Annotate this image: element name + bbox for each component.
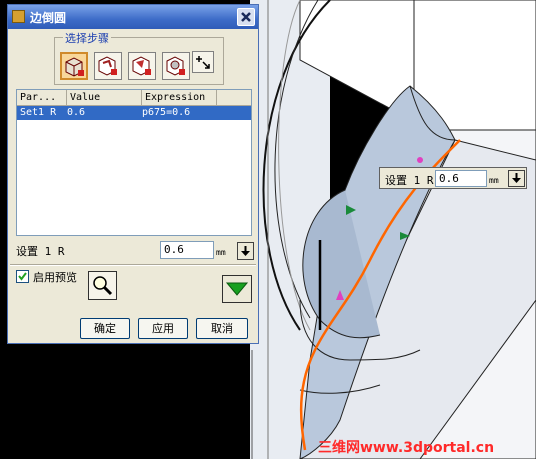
- stop-short-step-icon: [166, 56, 185, 76]
- expand-options-button[interactable]: [222, 275, 252, 303]
- arrow-down-icon: [241, 246, 250, 256]
- cancel-button[interactable]: 取消: [196, 318, 248, 339]
- radius-label: 设置 1 R: [16, 245, 65, 258]
- arrow-down-icon: [512, 173, 521, 183]
- edge-blend-dialog: 边倒圆 选择步骤 Par... Value Expression Set1 R …: [7, 4, 259, 344]
- watermark: 三维网www.3dportal.cn: [318, 440, 495, 456]
- column-header-param[interactable]: Par...: [17, 90, 67, 105]
- setback-step-icon: [132, 56, 151, 76]
- app-icon: [12, 10, 25, 23]
- step-stop-short-button[interactable]: [162, 52, 190, 80]
- magnifier-icon: [93, 276, 113, 296]
- close-button[interactable]: [237, 8, 255, 26]
- tip-radius-options-button[interactable]: [508, 170, 525, 187]
- edge-step-icon: [65, 57, 84, 77]
- selection-steps-label: 选择步骤: [63, 30, 111, 46]
- add-set-button[interactable]: [192, 51, 214, 73]
- close-icon: [241, 12, 251, 22]
- cell-value: 0.6: [67, 107, 86, 118]
- dialog-title: 边倒圆: [30, 11, 67, 25]
- column-header-value[interactable]: Value: [67, 90, 142, 105]
- cell-expression: p675=0.6: [142, 107, 191, 118]
- tip-radius-label: 设置 1 R: [385, 174, 434, 187]
- parameter-list[interactable]: Par... Value Expression Set1 R 0.6 p675=…: [16, 89, 252, 236]
- column-header-expression[interactable]: Expression: [142, 90, 217, 105]
- radius-options-button[interactable]: [237, 242, 254, 260]
- preview-checkbox[interactable]: [16, 270, 29, 283]
- triangle-down-icon: [225, 282, 249, 296]
- divider: [10, 264, 256, 266]
- radius-dynamic-input: 设置 1 R 0.6 mm: [379, 167, 527, 189]
- dialog-titlebar[interactable]: 边倒圆: [8, 5, 258, 29]
- list-header: Par... Value Expression: [17, 90, 251, 106]
- apply-button[interactable]: 应用: [138, 318, 188, 339]
- radius-unit: mm: [216, 248, 226, 257]
- corner-step-icon: [98, 56, 117, 76]
- table-row[interactable]: Set1 R 0.6 p675=0.6: [17, 106, 251, 120]
- step-setback-button[interactable]: [128, 52, 156, 80]
- ok-button[interactable]: 确定: [80, 318, 130, 339]
- step-corner-button[interactable]: [94, 52, 122, 80]
- preview-label: 启用预览: [33, 271, 77, 284]
- checkmark-icon: [18, 272, 27, 281]
- preview-button[interactable]: [88, 271, 117, 300]
- tip-radius-input[interactable]: 0.6: [435, 170, 487, 187]
- radius-input[interactable]: 0.6: [160, 241, 214, 259]
- step-edge-button[interactable]: [60, 52, 88, 80]
- add-plus-icon: [196, 56, 210, 69]
- tip-radius-unit: mm: [489, 176, 499, 185]
- cell-param: Set1 R: [20, 107, 57, 118]
